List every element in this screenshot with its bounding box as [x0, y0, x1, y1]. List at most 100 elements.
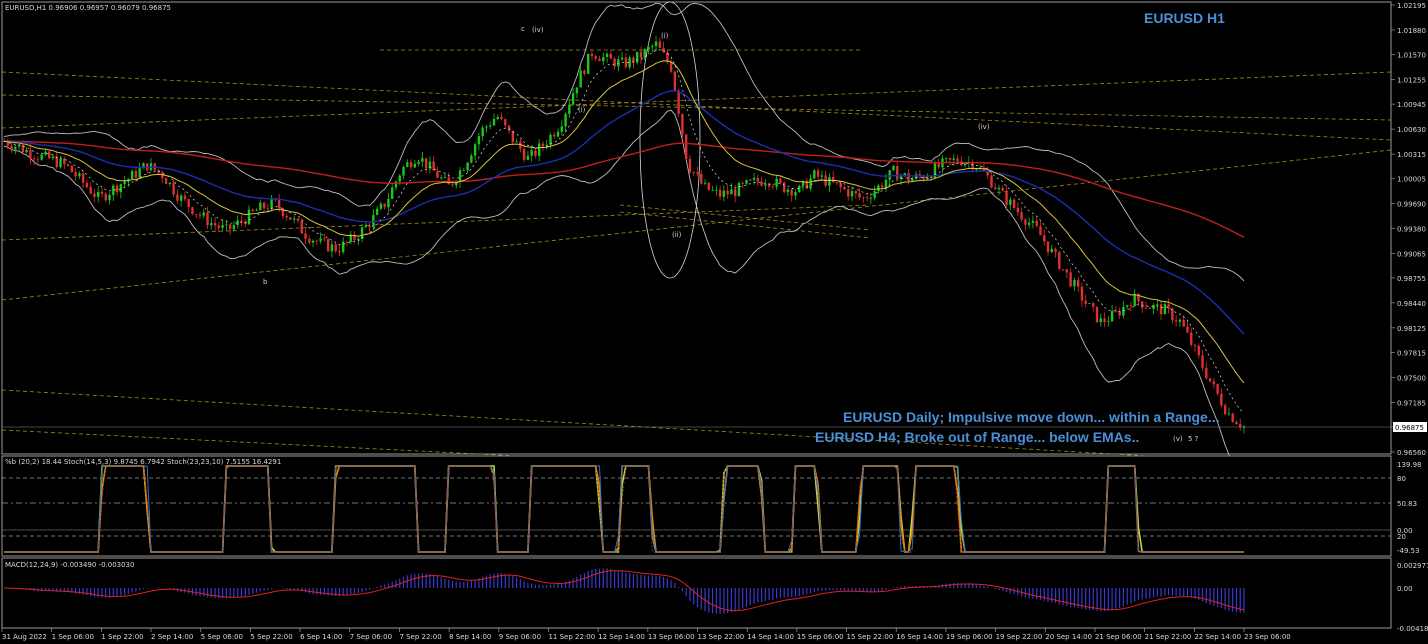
time-tick-label: 13 Sep 22:00 — [698, 633, 745, 641]
candle-body — [153, 163, 156, 170]
candle-body — [594, 56, 597, 59]
candle-body — [232, 225, 236, 230]
candle-body — [451, 184, 454, 186]
candle-body — [711, 189, 714, 191]
time-tick-label: 19 Sep 06:00 — [946, 633, 993, 641]
candle-body — [1076, 280, 1080, 287]
candle-body — [1174, 320, 1178, 322]
candle-body — [907, 173, 910, 181]
candle-body — [997, 187, 1001, 190]
candle-body — [858, 193, 861, 198]
candle-body — [319, 238, 322, 242]
candle-body — [293, 218, 296, 220]
candle-body — [1035, 220, 1038, 227]
time-tick-label: 8 Sep 14:00 — [449, 633, 491, 641]
candle-body — [270, 198, 273, 209]
candle-body — [688, 158, 692, 172]
candle-body — [168, 182, 172, 184]
wave-label: (i) — [661, 32, 669, 40]
candle-body — [681, 113, 684, 135]
candle-body — [534, 150, 537, 156]
macd-axis-label: 0.002977 — [1397, 562, 1428, 570]
candle-body — [726, 190, 729, 195]
candle-body — [1088, 303, 1091, 304]
time-tick-label: 15 Sep 22:00 — [847, 633, 894, 641]
candle-body — [1156, 304, 1159, 306]
candle-body — [1050, 248, 1053, 253]
time-tick-label: 5 Sep 06:00 — [201, 633, 243, 641]
candle-body — [609, 53, 613, 59]
candle-body — [217, 225, 221, 228]
candle-body — [986, 171, 989, 176]
annotation-h4: EURUSD H4; Broke out of Range... below E… — [815, 429, 1139, 445]
candle-body — [330, 244, 334, 252]
candle-body — [1031, 220, 1035, 223]
candle-body — [862, 197, 865, 199]
candle-body — [59, 158, 62, 168]
candle-body — [368, 225, 371, 228]
candle-body — [1171, 308, 1174, 321]
candle-body — [119, 184, 123, 193]
candle-body — [745, 180, 748, 184]
candle-body — [308, 238, 311, 243]
candle-body — [164, 178, 168, 184]
current-price-label: 0.96875 — [1395, 424, 1424, 432]
candle-body — [1107, 321, 1110, 323]
time-tick-label: 21 Sep 06:00 — [1095, 633, 1142, 641]
time-tick-label: 15 Sep 06:00 — [797, 633, 844, 641]
current-price-tag: 0.96875 — [1393, 422, 1427, 432]
candle-body — [29, 149, 32, 159]
candle-body — [1092, 303, 1095, 307]
candle-body — [975, 169, 978, 170]
candle-body — [40, 154, 43, 160]
candle-body — [1095, 306, 1099, 323]
price-tick-label: 1.01570 — [1397, 52, 1426, 60]
candle-body — [1024, 219, 1027, 225]
candle-body — [477, 136, 481, 145]
candle-body — [262, 202, 266, 209]
candle-body — [651, 46, 654, 48]
candle-body — [654, 41, 658, 47]
candle-body — [730, 189, 733, 195]
macd-axis-label: 0.00 — [1397, 585, 1413, 593]
price-tick-label: 1.00630 — [1397, 126, 1426, 134]
candle-body — [937, 163, 940, 168]
price-tick-label: 0.99380 — [1397, 225, 1426, 233]
candle-body — [877, 185, 880, 192]
candle-body — [790, 189, 793, 196]
candle-body — [406, 162, 409, 167]
candle-body — [221, 225, 224, 228]
wave-label: b — [263, 278, 268, 286]
candle-body — [1129, 305, 1133, 307]
candle-body — [1009, 199, 1012, 206]
candle-body — [364, 225, 368, 228]
time-tick-label: 7 Sep 22:00 — [399, 633, 441, 641]
candle-body — [108, 194, 111, 201]
candle-body — [85, 182, 89, 188]
time-tick-label: 20 Sep 14:00 — [1045, 633, 1092, 641]
candle-body — [1122, 306, 1125, 316]
wave-label: 5 ? — [1188, 435, 1199, 443]
time-tick-label: 21 Sep 22:00 — [1145, 633, 1192, 641]
candle-body — [74, 172, 77, 177]
candle-body — [1080, 286, 1084, 301]
candle-body — [66, 164, 70, 166]
time-tick-label: 6 Sep 14:00 — [300, 633, 342, 641]
candle-body — [1205, 367, 1208, 379]
candle-body — [707, 182, 711, 190]
candle-body — [831, 176, 835, 183]
candle-body — [820, 175, 824, 177]
candle-body — [1223, 405, 1227, 415]
candle-body — [326, 239, 330, 252]
candle-body — [89, 187, 92, 194]
candle-body — [440, 177, 443, 179]
candle-body — [1058, 252, 1061, 270]
candle-body — [489, 125, 492, 127]
candle-body — [202, 212, 205, 216]
candle-body — [613, 58, 616, 67]
candle-body — [571, 93, 575, 105]
candle-body — [1020, 212, 1023, 220]
trading-chart[interactable]: EURUSD,H1 0.96906 0.96957 0.96079 0.9687… — [0, 0, 1428, 644]
candle-body — [55, 156, 58, 168]
candle-body — [198, 214, 202, 216]
